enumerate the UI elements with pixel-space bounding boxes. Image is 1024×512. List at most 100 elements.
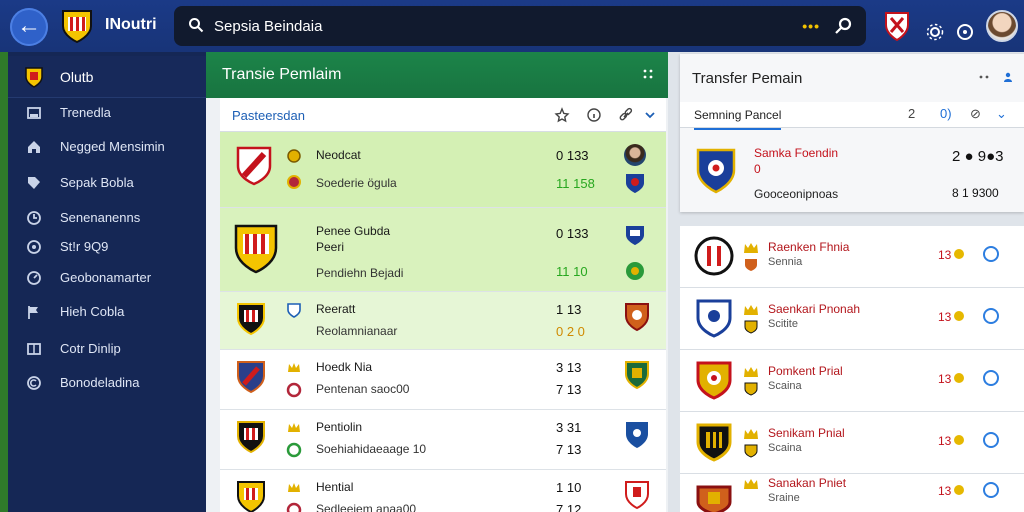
notification-icon[interactable] (956, 16, 974, 48)
club-badge-icon (626, 174, 644, 193)
stat-secondary: 7 12 (556, 502, 582, 512)
player-name: Penee Gubda (316, 224, 391, 238)
stat-primary: 0 133 (556, 148, 589, 163)
club-badge-icon (626, 422, 648, 448)
sidebar-item-bonodeladina[interactable]: Bonodeladina (8, 368, 206, 398)
side-player-name: Pomkent Prial (768, 364, 843, 378)
player-detail: Pendiehn Bejadi (316, 266, 404, 280)
side-player-detail: Scitite (768, 318, 798, 330)
crown-icon (288, 423, 300, 432)
chevron-down-icon[interactable]: ⌄ (996, 106, 1007, 122)
sidebar-item-label: Bonodeladina (60, 375, 140, 390)
sidebar-item-geobonamarter[interactable]: Geobonamarter (8, 263, 206, 293)
transfer-row[interactable]: Reeratt Reolamnianaar 1 13 0 2 0 (220, 292, 666, 350)
side-transfer-item[interactable]: Senikam Pnial Scaina 13 (680, 412, 1024, 474)
badge-icon (745, 259, 757, 271)
select-ring-icon[interactable] (983, 432, 999, 448)
coin-icon (954, 311, 964, 321)
stat-secondary: 0 2 0 (556, 324, 585, 339)
club-crest-icon (236, 146, 272, 186)
avatar[interactable] (986, 10, 1018, 42)
link-icon[interactable] (618, 107, 634, 123)
side-transfer-item[interactable]: Sanakan Pniet Sraine 13 (680, 474, 1024, 512)
club-crest-icon (62, 10, 92, 44)
crown-icon (744, 429, 758, 439)
side-player-name: Raenken Fhnia (768, 240, 850, 254)
club-badge-icon (626, 226, 644, 245)
person-icon[interactable] (1002, 71, 1014, 83)
club-crest-icon (694, 236, 734, 276)
badge-icon (744, 382, 758, 396)
sidebar-item-label: Sepak Bobla (60, 175, 134, 190)
coin-icon (954, 435, 964, 445)
sidebar-item-negged-mensimin[interactable]: Negged Mensimin (8, 132, 206, 162)
club-badge-icon[interactable] (884, 10, 910, 42)
side-player-detail: Scaina (768, 380, 802, 392)
club-crest-icon (696, 361, 732, 400)
sidebar: Olutb Trenedla Negged Mensimin Sepak Bob… (8, 52, 206, 512)
transfer-row[interactable]: Pentiolin Soehiahidaeaage 10 3 31 7 13 (220, 410, 666, 470)
sidebar-item-label: Hieh Cobla (60, 304, 125, 319)
dial-icon (27, 271, 41, 285)
club-badge-icon (625, 303, 649, 332)
club-crest-icon (696, 423, 732, 462)
card-icon (27, 107, 41, 119)
sidebar-item-cotr-dinlip[interactable]: Cotr Dinlip (8, 334, 206, 364)
select-ring-icon[interactable] (983, 308, 999, 324)
side-transfer-item[interactable]: Raenken Fhnia Sennia 13 (680, 226, 1024, 288)
sidebar-item-hieh-cobla[interactable]: Hieh Cobla (8, 297, 206, 327)
crown-icon (744, 479, 758, 489)
link-icon[interactable]: ⊘ (970, 106, 981, 122)
transfer-row[interactable]: Penee Gubda Peeri Pendiehn Bejadi 0 133 … (220, 208, 666, 292)
club-crest-icon (696, 299, 732, 338)
back-button[interactable]: ← (10, 8, 48, 46)
side-filter-tab[interactable]: Semning Pancel (694, 108, 782, 130)
filter-option-1[interactable]: 2 (908, 106, 915, 121)
sidebar-item-sepak-bobla[interactable]: Sepak Bobla (8, 168, 206, 198)
side-transfer-item[interactable]: Pomkent Prial Scaina 13 (680, 350, 1024, 412)
club-crest-icon (237, 481, 265, 512)
sidebar-header[interactable]: Olutb (8, 56, 206, 98)
side-player-name: Sanakan Pniet (768, 476, 847, 490)
featured-player-name: Samka Foendin (754, 146, 839, 160)
transfer-row[interactable]: Hoedk Nia Pentenan saoc00 3 13 7 13 (220, 350, 666, 410)
select-ring-icon[interactable] (983, 370, 999, 386)
chevron-down-icon[interactable] (642, 107, 658, 123)
badge-icon (286, 442, 302, 458)
sidebar-item-label: Trenedla (60, 105, 111, 120)
filter-option-2[interactable]: 0) (940, 106, 952, 121)
star-icon[interactable] (554, 107, 570, 123)
top-bar: ← INoutri ••• (0, 0, 1024, 52)
info-icon[interactable] (586, 107, 602, 123)
crown-icon (288, 483, 300, 492)
coin-icon (954, 485, 964, 495)
sidebar-item-str-9q9[interactable]: St!r 9Q9 (8, 232, 206, 262)
transfer-row[interactable]: Hential Sedleeiem anaa00 1 10 7 12 (220, 470, 666, 512)
gear-icon[interactable] (926, 16, 944, 48)
transfer-side-panel: Transfer Pemain Semning Pancel 2 0) ⊘ ⌄ … (668, 52, 1024, 512)
search-icon (189, 18, 204, 33)
more-icon[interactable] (978, 71, 990, 83)
side-transfer-list: Raenken Fhnia Sennia 13 Saenkari Pnonah … (680, 226, 1024, 512)
club-crest-icon (696, 485, 732, 512)
search-bar[interactable]: ••• (174, 6, 866, 46)
stat-secondary: 7 13 (556, 382, 582, 397)
filter-row: Pasteersdan (220, 98, 666, 132)
grid-icon[interactable] (642, 68, 654, 80)
panel-title: Transie Pemlaim (222, 66, 342, 83)
filter-tab[interactable]: Pasteersdan (232, 108, 305, 123)
player-detail: Sedleeiem anaa00 (316, 502, 417, 512)
select-ring-icon[interactable] (983, 246, 999, 262)
club-crest-icon (696, 148, 736, 194)
search-input[interactable] (214, 15, 734, 37)
coin-icon (954, 373, 964, 383)
side-player-detail: Sennia (768, 256, 803, 268)
key-icon[interactable] (834, 17, 852, 35)
side-transfer-item[interactable]: Saenkari Pnonah Scitite 13 (680, 288, 1024, 350)
sidebar-item-trenedla[interactable]: Trenedla (8, 98, 206, 128)
transfer-row[interactable]: Neodcat Soederie ögula 0 133 11 158 (220, 132, 666, 208)
player-name: Hoedk Nia (316, 360, 373, 374)
sidebar-item-senenanenns[interactable]: Senenanenns (8, 203, 206, 233)
side-stat: 13 (938, 372, 952, 386)
select-ring-icon[interactable] (983, 482, 999, 498)
